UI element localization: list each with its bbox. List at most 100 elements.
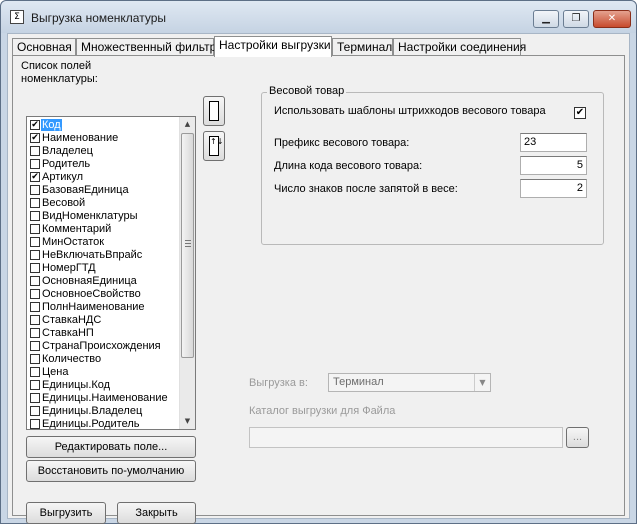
field-checkbox[interactable] xyxy=(30,236,40,247)
field-checkbox[interactable] xyxy=(30,418,40,429)
prefix-input[interactable]: 23 xyxy=(520,133,587,152)
field-checkbox[interactable] xyxy=(30,314,40,325)
decimals-input[interactable]: 2 xyxy=(520,179,587,198)
field-checkbox[interactable] xyxy=(30,366,40,377)
list-item[interactable]: Единицы.Наименование xyxy=(28,391,180,404)
field-checkbox[interactable] xyxy=(30,262,40,273)
restore-default-button[interactable]: Восстановить по-умолчанию xyxy=(26,460,196,482)
close-button[interactable]: Закрыть xyxy=(117,502,196,524)
field-checkbox[interactable] xyxy=(30,249,40,260)
window-client-area: Основная Множественный фильтр Настройки … xyxy=(7,33,630,524)
list-item[interactable]: СтавкаНДС xyxy=(28,313,180,326)
field-checkbox[interactable] xyxy=(30,145,40,156)
field-label: Единицы.Родитель xyxy=(42,417,140,430)
code-length-input[interactable]: 5 xyxy=(520,156,587,175)
field-checkbox[interactable] xyxy=(30,392,40,403)
list-item[interactable]: ✔ Артикул xyxy=(28,170,180,183)
field-checkbox[interactable] xyxy=(30,288,40,299)
field-label: Единицы.Код xyxy=(42,378,111,391)
scroll-down-arrow-icon[interactable]: ▼ xyxy=(180,414,195,429)
field-checkbox[interactable] xyxy=(30,301,40,312)
field-label: Единицы.Владелец xyxy=(42,404,143,417)
use-templates-checkbox[interactable]: ✔ xyxy=(574,107,586,119)
field-label: Владелец xyxy=(42,144,93,157)
list-item[interactable]: Родитель xyxy=(28,157,180,170)
export-target-select[interactable]: Терминал ▼ xyxy=(328,373,491,392)
chevron-down-icon[interactable]: ▼ xyxy=(474,374,490,391)
list-item[interactable]: Единицы.Родитель xyxy=(28,417,180,430)
fields-list-scrollbar[interactable]: ▲ ▼ xyxy=(179,117,195,429)
title-bar[interactable]: Σ Выгрузка номенклатуры ▁ ❐ ✕ xyxy=(1,1,636,33)
list-item[interactable]: ✔ Наименование xyxy=(28,131,180,144)
field-label: НомерГТД xyxy=(42,261,96,274)
field-label: НеВключатьВпрайс xyxy=(42,248,143,261)
tab-page-export-settings: Список полей номенклатуры: ✔ Код ✔ Наименов… xyxy=(12,55,625,524)
list-item[interactable]: Единицы.Код xyxy=(28,378,180,391)
maximize-button[interactable]: ❐ xyxy=(563,10,589,28)
list-item[interactable]: БазоваяЕдиница xyxy=(28,183,180,196)
list-item[interactable]: СтранаПроисхождения xyxy=(28,339,180,352)
list-item[interactable]: Цена xyxy=(28,365,180,378)
catalog-path-input[interactable] xyxy=(249,427,563,448)
field-label: Цена xyxy=(42,365,69,378)
weight-goods-group: Весовой товар Использовать шаблоны штрих… xyxy=(261,85,604,245)
scroll-up-arrow-icon[interactable]: ▲ xyxy=(180,117,195,132)
list-item[interactable]: Комментарий xyxy=(28,222,180,235)
move-down-icon: ↑↓ xyxy=(209,136,223,156)
list-item[interactable]: МинОстаток xyxy=(28,235,180,248)
list-item[interactable]: ОсновноеСвойство xyxy=(28,287,180,300)
field-checkbox[interactable] xyxy=(30,197,40,208)
export-button[interactable]: Выгрузить xyxy=(26,502,106,524)
field-checkbox[interactable]: ✔ xyxy=(30,132,40,143)
list-item[interactable]: НеВключатьВпрайс xyxy=(28,248,180,261)
field-checkbox[interactable] xyxy=(30,158,40,169)
list-item[interactable]: Единицы.Владелец xyxy=(28,404,180,417)
browse-button[interactable]: ... xyxy=(566,427,589,448)
minimize-button[interactable]: ▁ xyxy=(533,10,559,28)
field-label: БазоваяЕдиница xyxy=(42,183,129,196)
catalog-label: Каталог выгрузки для Файла xyxy=(249,405,396,417)
field-checkbox[interactable]: ✔ xyxy=(30,171,40,182)
main-window: Σ Выгрузка номенклатуры ▁ ❐ ✕ Основная М… xyxy=(0,0,637,524)
code-length-label: Длина кода весового товара: xyxy=(274,160,423,172)
field-checkbox[interactable] xyxy=(30,275,40,286)
field-checkbox[interactable] xyxy=(30,327,40,338)
field-label: ПолнНаименование xyxy=(42,300,145,313)
scrollbar-thumb[interactable] xyxy=(181,133,194,358)
list-item[interactable]: ВидНоменклатуры xyxy=(28,209,180,222)
tab-main[interactable]: Основная xyxy=(12,38,76,56)
tab-export-settings[interactable]: Настройки выгрузки xyxy=(214,36,332,57)
list-item[interactable]: ОсновнаяЕдиница xyxy=(28,274,180,287)
field-checkbox[interactable] xyxy=(30,379,40,390)
export-target-value: Терминал xyxy=(333,376,384,388)
app-icon: Σ xyxy=(10,10,24,24)
field-checkbox[interactable] xyxy=(30,184,40,195)
list-item[interactable]: ✔ Код xyxy=(28,118,180,131)
tab-terminal[interactable]: Терминал xyxy=(332,38,393,56)
list-item[interactable]: Количество xyxy=(28,352,180,365)
edit-field-button[interactable]: Редактировать поле... xyxy=(26,436,196,458)
list-item[interactable]: НомерГТД xyxy=(28,261,180,274)
close-window-button[interactable]: ✕ xyxy=(593,10,631,28)
list-item[interactable]: ПолнНаименование xyxy=(28,300,180,313)
field-label: СтавкаНДС xyxy=(42,313,102,326)
move-up-button[interactable] xyxy=(203,96,225,126)
field-checkbox[interactable] xyxy=(30,210,40,221)
field-checkbox[interactable] xyxy=(30,340,40,351)
field-checkbox[interactable] xyxy=(30,223,40,234)
move-down-button[interactable]: ↑↓ xyxy=(203,131,225,161)
field-checkbox[interactable] xyxy=(30,353,40,364)
prefix-label: Префикс весового товара: xyxy=(274,137,410,149)
fields-listbox[interactable]: ✔ Код ✔ Наименование Владелец Родитель ✔ Артику… xyxy=(26,116,196,430)
list-item[interactable]: Весовой xyxy=(28,196,180,209)
tab-multi-filter[interactable]: Множественный фильтр xyxy=(76,38,216,56)
fields-list-items: ✔ Код ✔ Наименование Владелец Родитель ✔ Артику… xyxy=(28,118,180,430)
field-checkbox[interactable]: ✔ xyxy=(30,119,40,130)
list-item[interactable]: СтавкаНП xyxy=(28,326,180,339)
tab-connection-settings[interactable]: Настройки соединения xyxy=(393,38,526,56)
field-label: СтавкаНП xyxy=(42,326,94,339)
field-label: ВидНоменклатуры xyxy=(42,209,138,222)
export-target-label: Выгрузка в: xyxy=(249,377,308,389)
field-checkbox[interactable] xyxy=(30,405,40,416)
list-item[interactable]: Владелец xyxy=(28,144,180,157)
